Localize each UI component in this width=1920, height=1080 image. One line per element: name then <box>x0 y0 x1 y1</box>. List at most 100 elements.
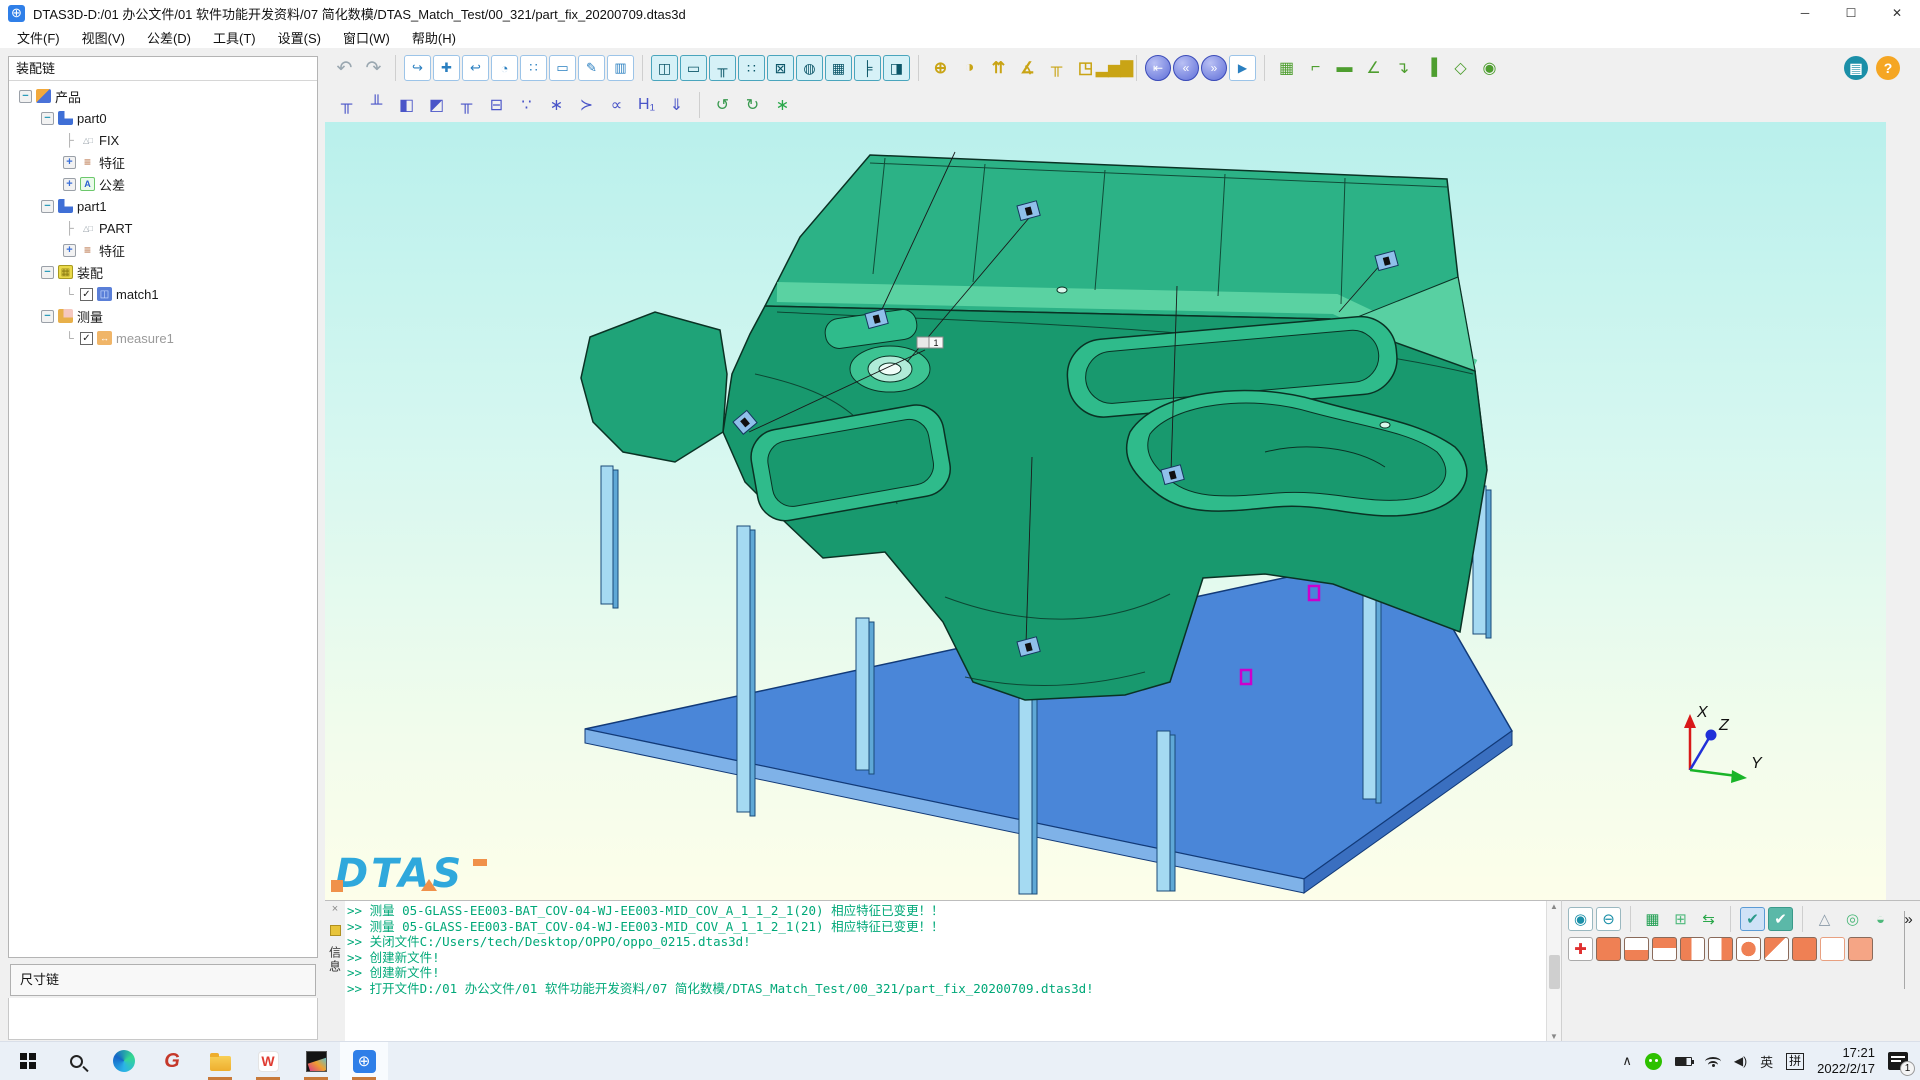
drop-cube-icon[interactable]: ⇓ <box>663 92 690 118</box>
rotate-left-cylinder-icon[interactable]: ↺ <box>709 92 736 118</box>
align-steps-icon[interactable]: ⌐ <box>1302 55 1329 81</box>
blank-doc-icon[interactable]: ▭ <box>549 55 576 81</box>
tree-item-fix[interactable]: ├△□FIX <box>11 129 315 151</box>
dtas-app[interactable]: ⊕ <box>340 1042 388 1080</box>
tree-checkbox[interactable]: ✓ <box>80 288 93 301</box>
mirror-book-icon[interactable]: ▐ <box>1418 55 1445 81</box>
collapse-icon[interactable]: − <box>41 200 54 213</box>
scatter-star-icon[interactable]: ∗ <box>769 92 796 118</box>
minimize-button[interactable]: ─ <box>1782 0 1828 26</box>
right-view-icon[interactable] <box>1708 937 1733 961</box>
scroll-up-icon[interactable]: ▲ <box>1550 902 1558 911</box>
back-view-icon[interactable] <box>1764 937 1789 961</box>
grid-filled-icon[interactable]: ▦ <box>1640 907 1665 931</box>
fast-forward-icon[interactable]: » <box>1201 55 1227 81</box>
ime-language-button[interactable]: 英 <box>1760 1052 1773 1071</box>
menu-item-help[interactable]: 帮助(H) <box>401 28 467 47</box>
photos-app[interactable] <box>292 1042 340 1080</box>
g-browser-app[interactable]: G <box>148 1042 196 1080</box>
show-eye-icon[interactable]: ◉ <box>1568 907 1593 931</box>
help-icon[interactable]: ? <box>1876 56 1900 80</box>
tree-item-assembly[interactable]: −▦装配 <box>11 261 315 283</box>
left-view-icon[interactable] <box>1680 937 1705 961</box>
start-button[interactable] <box>4 1042 52 1080</box>
expand-icon[interactable]: + <box>63 244 76 257</box>
explorer-app[interactable] <box>196 1042 244 1080</box>
dimension-chain-tab[interactable]: 尺寸链 <box>10 964 316 996</box>
wps-app[interactable]: W <box>244 1042 292 1080</box>
battery-icon[interactable] <box>1675 1057 1692 1066</box>
h1-measure-icon[interactable]: H₁ <box>633 92 660 118</box>
export-doc-icon[interactable]: ↴ <box>1389 55 1416 81</box>
new-file-icon[interactable]: ✚ <box>433 55 460 81</box>
expand-icon[interactable]: + <box>63 178 76 191</box>
step-back-icon[interactable]: « <box>1173 55 1199 81</box>
cube-subtract-icon[interactable]: ⊟ <box>483 92 510 118</box>
point-cloud-icon[interactable]: ∷ <box>738 55 765 81</box>
grid-outline-icon[interactable]: ⊞ <box>1668 907 1693 931</box>
log-close-icon[interactable]: × <box>332 903 338 915</box>
compass-play-icon[interactable]: ◉ <box>1476 55 1503 81</box>
speaker-icon[interactable]: ◀) <box>1734 1054 1747 1068</box>
log-messages[interactable]: >> 测量 05-GLASS-EE003-BAT_COV-04-WJ-EE003… <box>347 903 1545 1041</box>
menu-item-settings[interactable]: 设置(S) <box>267 28 332 47</box>
section-cylinder-icon[interactable]: ▬ <box>1331 55 1358 81</box>
tree-item-product[interactable]: −产品 <box>11 85 315 107</box>
notification-icon[interactable]: 1 <box>1888 1052 1908 1070</box>
branch-points-icon[interactable]: ≻ <box>573 92 600 118</box>
cylinder-feature-icon[interactable]: ◫ <box>651 55 678 81</box>
edge-app[interactable] <box>100 1042 148 1080</box>
tree-checkbox[interactable]: ✓ <box>80 332 93 345</box>
mirror-panels-icon[interactable]: ◨ <box>883 55 910 81</box>
press-table-icon[interactable]: ╥ <box>453 92 480 118</box>
match-block-b-icon[interactable]: ╨ <box>363 92 390 118</box>
pin-support-icon[interactable]: ╥ <box>709 55 736 81</box>
log-scrollbar[interactable]: ▲ ▼ <box>1546 901 1561 1042</box>
mesh-grid-icon[interactable]: ▦ <box>825 55 852 81</box>
shapes-outline-icon[interactable]: △ <box>1812 907 1837 931</box>
skip-start-icon[interactable]: ⇤ <box>1145 55 1171 81</box>
tree-item-part0[interactable]: −part0 <box>11 107 315 129</box>
press-fixture-icon[interactable]: ╥ <box>1043 55 1070 81</box>
report-doc-icon[interactable]: ◔ <box>491 55 518 81</box>
verify-selected-icon[interactable]: ✔ <box>1740 907 1765 931</box>
plan-board-icon[interactable]: ▦ <box>1273 55 1300 81</box>
match-block-a-icon[interactable]: ╥ <box>333 92 360 118</box>
expand-icon[interactable]: + <box>63 156 76 169</box>
planar-face-icon[interactable]: ▭ <box>680 55 707 81</box>
hide-lens-icon[interactable]: ⊖ <box>1596 907 1621 931</box>
verify-icon[interactable]: ✔ <box>1768 907 1793 931</box>
more-chevron-icon[interactable]: » <box>1896 907 1920 931</box>
collapse-icon[interactable]: − <box>41 266 54 279</box>
tree-item-measure1[interactable]: └✓↔measure1 <box>11 327 315 349</box>
wireframe-render-icon[interactable] <box>1820 937 1845 961</box>
tree-item-part0-feature[interactable]: +≡特征 <box>11 151 315 173</box>
open-file-icon[interactable]: ↪ <box>404 55 431 81</box>
tree-item-match1[interactable]: └✓◫match1 <box>11 283 315 305</box>
surface-patch-icon[interactable]: ◍ <box>796 55 823 81</box>
list-doc-icon[interactable]: ▥ <box>607 55 634 81</box>
collapse-icon[interactable]: − <box>41 310 54 323</box>
redo-icon[interactable]: ↷ <box>360 55 387 81</box>
clock[interactable]: 17:21 2022/2/17 <box>1817 1045 1875 1077</box>
menu-item-tolerance[interactable]: 公差(D) <box>136 28 202 47</box>
locator-pins-icon[interactable]: ∵ <box>513 92 540 118</box>
wechat-tray-icon[interactable] <box>1645 1053 1662 1070</box>
menu-item-file[interactable]: 文件(F) <box>6 28 71 47</box>
front-view-icon[interactable] <box>1736 937 1761 961</box>
tree-item-part0-tolerance[interactable]: +A公差 <box>11 173 315 195</box>
menu-item-window[interactable]: 窗口(W) <box>332 28 401 47</box>
ime-pinyin-button[interactable]: 拼 <box>1786 1053 1804 1070</box>
collapse-icon[interactable]: − <box>19 90 32 103</box>
log-info-tab[interactable]: 信息 <box>327 946 344 974</box>
gauge-circle-icon[interactable]: ◑ <box>956 55 983 81</box>
iso-view-icon[interactable] <box>1596 937 1621 961</box>
tree-item-part1-feature[interactable]: +≡特征 <box>11 239 315 261</box>
menu-item-view[interactable]: 视图(V) <box>71 28 136 47</box>
histogram-icon[interactable]: ▂▅▇ <box>1101 55 1128 81</box>
lift-arrows-icon[interactable]: ⇈ <box>985 55 1012 81</box>
solid-render-icon[interactable] <box>1792 937 1817 961</box>
link-points-icon[interactable]: ∝ <box>603 92 630 118</box>
scroll-down-icon[interactable]: ▼ <box>1550 1032 1558 1041</box>
rotate-right-cylinder-icon[interactable]: ↻ <box>739 92 766 118</box>
